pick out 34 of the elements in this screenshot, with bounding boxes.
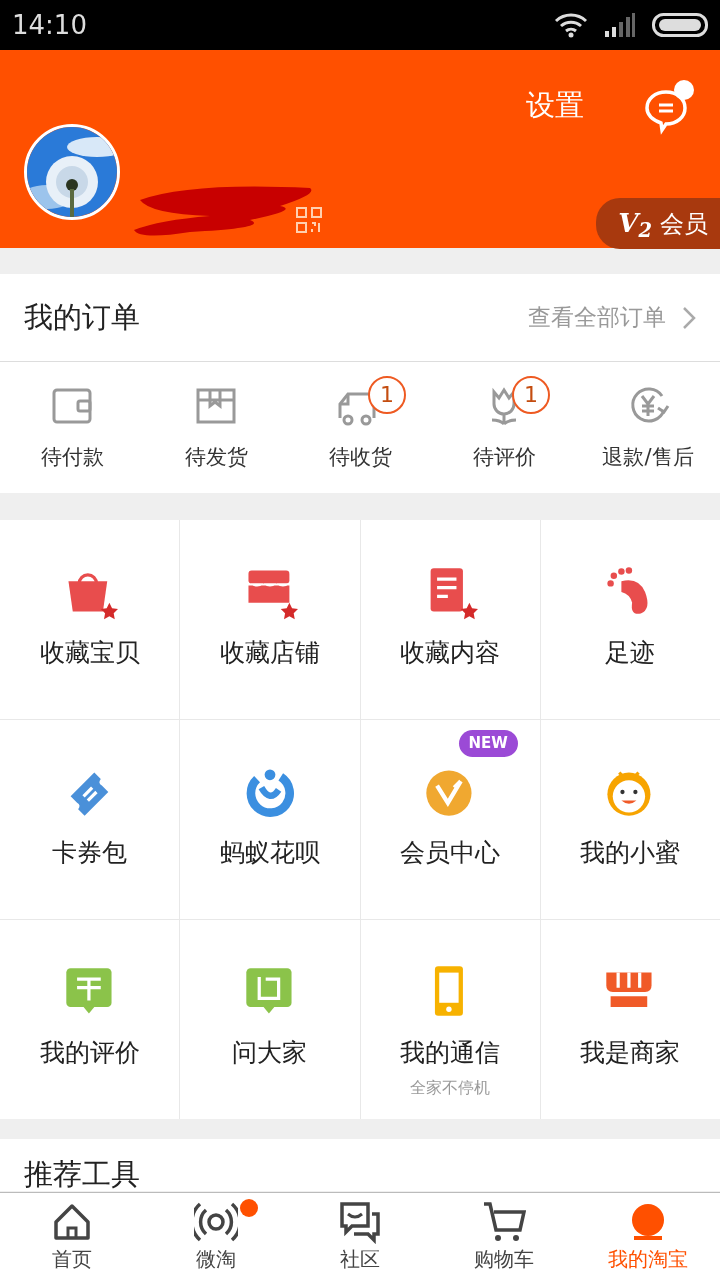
count-badge: 1 [512, 375, 550, 414]
service-tile[interactable]: 卡券包 [0, 720, 180, 919]
wifi-icon [554, 12, 588, 38]
tab-bar-item[interactable]: 社区 [288, 1193, 432, 1280]
service-tile[interactable]: NEW 会员中心 [360, 720, 540, 919]
member-badge[interactable]: V$_{2}$ 会员 [596, 198, 720, 249]
cart-icon [482, 1199, 526, 1244]
clock-time: 14:10 [12, 8, 87, 42]
service-tile[interactable]: 我的通信 全家不停机 [360, 920, 540, 1119]
section-title: 推荐工具 [24, 1157, 140, 1191]
service-tile[interactable]: 我的小蜜 [540, 720, 720, 919]
chat-bubbles-icon [338, 1199, 382, 1244]
qr-code-icon [296, 207, 322, 233]
battery-icon [652, 13, 708, 37]
tab-bar-item[interactable]: 首页 [0, 1193, 144, 1280]
service-tile[interactable]: 足迹 [540, 520, 720, 719]
signal-icon [604, 13, 636, 37]
tile-subtitle: 全家不停机 [410, 1076, 491, 1099]
count-badge: 1 [368, 375, 406, 414]
order-status-item[interactable]: 待发货 [144, 381, 288, 474]
tab-bar-item[interactable]: 购物车 [432, 1193, 576, 1280]
service-tile[interactable]: 蚂蚁花呗 [180, 720, 360, 919]
service-tile[interactable]: 收藏宝贝 [0, 520, 180, 719]
order-status-item[interactable]: 退款/售后 [576, 381, 720, 474]
service-tile[interactable]: 我是商家 [540, 920, 720, 1119]
service-tile[interactable]: 收藏内容 [360, 520, 540, 719]
service-tile[interactable]: 问大家 [180, 920, 360, 1119]
service-tile[interactable]: 我的评价 [0, 920, 180, 1119]
section-title: 我的订单 [24, 298, 140, 336]
order-status-item[interactable]: 待付款 [0, 381, 144, 474]
new-badge: NEW [458, 730, 518, 757]
chevron-right-icon [682, 305, 696, 330]
tab-bar-item[interactable]: 微淘 [144, 1193, 288, 1280]
service-tile[interactable]: 收藏店铺 [180, 520, 360, 719]
